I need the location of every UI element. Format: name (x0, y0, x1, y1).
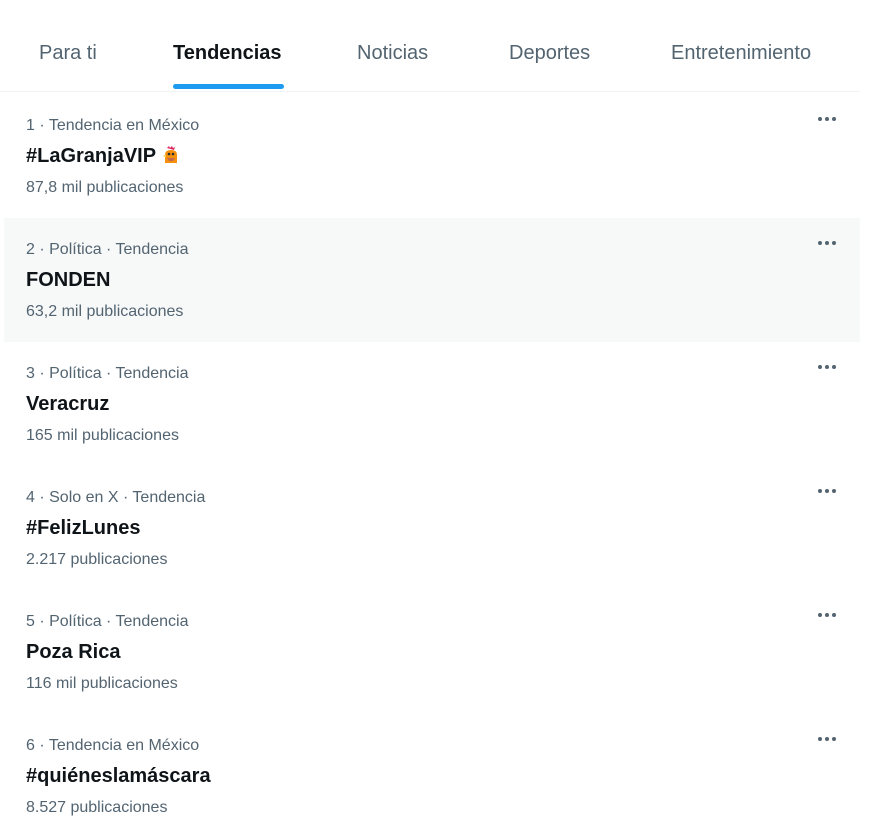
trend-name: Poza Rica (26, 641, 121, 663)
trend-context: 4 · Solo en X · Tendencia (26, 489, 206, 506)
trend-post-count: 8.527 publicaciones (26, 799, 168, 816)
active-tab-indicator (173, 84, 284, 89)
more-icon[interactable] (812, 232, 842, 254)
trend-context: 3 · Política · Tendencia (26, 365, 189, 382)
more-icon[interactable] (812, 480, 842, 502)
trend-item[interactable]: 4 · Solo en X · Tendencia #FelizLunes 2.… (4, 466, 860, 590)
tab-entretenimiento[interactable]: Entretenimiento (635, 0, 860, 91)
tab-tendencias[interactable]: Tendencias (140, 0, 315, 91)
more-icon[interactable] (812, 728, 842, 750)
tab-label: Entretenimiento (671, 42, 812, 64)
trend-name: FONDEN (26, 269, 111, 291)
trend-context: 2 · Política · Tendencia (26, 241, 189, 258)
trend-name-text: #LaGranjaVIP (26, 145, 157, 167)
tab-deportes[interactable]: Deportes (480, 0, 635, 91)
trend-post-count: 2.217 publicaciones (26, 551, 168, 568)
trend-item[interactable]: 5 · Política · Tendencia Poza Rica 116 m… (4, 590, 860, 714)
trend-post-count: 87,8 mil publicaciones (26, 179, 184, 196)
trend-name: #LaGranjaVIP (26, 144, 181, 171)
tab-label: Para ti (39, 42, 97, 64)
more-icon[interactable] (812, 604, 842, 626)
tab-bar: Para ti Tendencias Noticias Deportes Ent… (0, 0, 860, 92)
trend-item[interactable]: 6 · Tendencia en México #quiéneslamáscar… (4, 714, 860, 830)
trend-post-count: 63,2 mil publicaciones (26, 303, 184, 320)
tab-label: Tendencias (173, 42, 282, 64)
trend-post-count: 116 mil publicaciones (26, 675, 178, 692)
tab-para-ti[interactable]: Para ti (0, 0, 140, 91)
more-icon[interactable] (812, 356, 842, 378)
trend-context: 6 · Tendencia en México (26, 737, 200, 754)
trend-item[interactable]: 1 · Tendencia en México #LaGranjaVIP 87,… (4, 94, 860, 218)
tab-label: Deportes (509, 42, 591, 64)
trend-context: 5 · Política · Tendencia (26, 613, 189, 630)
explore-panel: Para ti Tendencias Noticias Deportes Ent… (0, 0, 860, 830)
trend-item[interactable]: 3 · Política · Tendencia Veracruz 165 mi… (4, 342, 860, 466)
rooster-icon (161, 145, 181, 171)
trend-post-count: 165 mil publicaciones (26, 427, 179, 444)
trend-context: 1 · Tendencia en México (26, 117, 200, 134)
more-icon[interactable] (812, 108, 842, 130)
tab-label: Noticias (357, 42, 429, 64)
trend-name: Veracruz (26, 393, 110, 415)
trend-name: #FelizLunes (26, 517, 141, 539)
trend-name: #quiéneslamáscara (26, 765, 211, 787)
trend-item[interactable]: 2 · Política · Tendencia FONDEN 63,2 mil… (4, 218, 860, 342)
tab-noticias[interactable]: Noticias (315, 0, 480, 91)
